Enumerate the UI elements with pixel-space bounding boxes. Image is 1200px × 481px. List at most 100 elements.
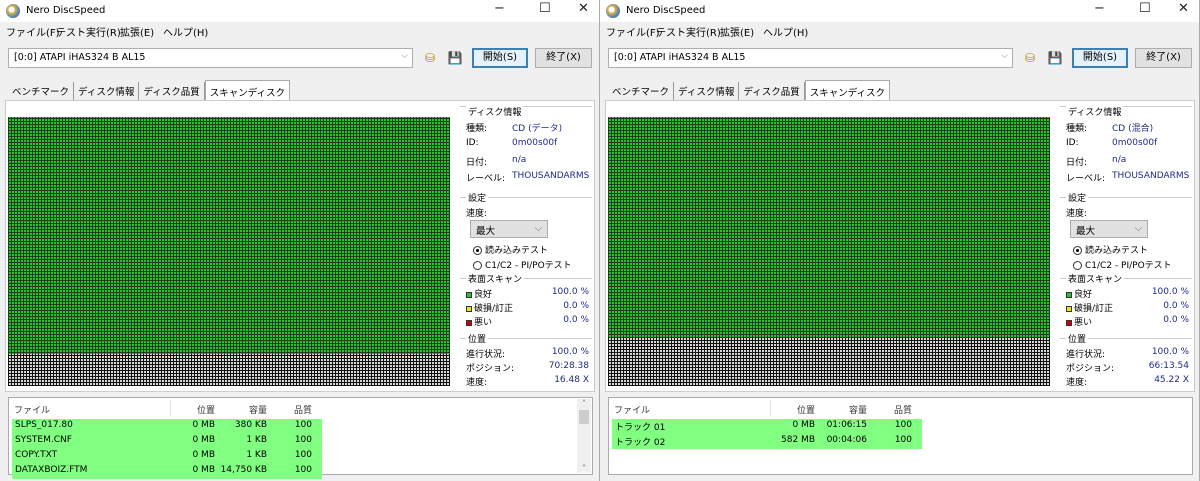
column-size[interactable]: 容量 (220, 403, 267, 416)
tab-scan-disc[interactable]: スキャンディスク (204, 80, 291, 100)
position-label: ポジション: (1066, 364, 1115, 374)
c1c2-test-radio[interactable]: C1/C2 - PI/POテスト (473, 258, 572, 271)
start-button[interactable]: 開始(S) (1072, 48, 1128, 68)
menu-item[interactable]: テスト実行(R) (656, 24, 721, 39)
file-position: 0 MB (192, 420, 215, 430)
damaged-color-icon (1066, 305, 1072, 312)
scan-grid (8, 117, 450, 386)
close-button[interactable]: ✕ (578, 1, 589, 16)
speed-select[interactable]: 最大 ⌵ (1070, 220, 1148, 238)
file-quality: 100 (294, 435, 312, 445)
tab-scan-disc[interactable]: スキャンディスク (804, 80, 891, 100)
date-label: 日付: (1066, 158, 1088, 168)
table-row[interactable]: SYSTEM.CNF 0 MB 1 KB 100 (12, 434, 322, 449)
read-test-radio[interactable]: 読み込みテスト (1073, 243, 1148, 256)
column-position[interactable]: 位置 (165, 403, 215, 416)
speed-label: 速度: (466, 378, 488, 388)
speed-select[interactable]: 最大 ⌵ (470, 220, 548, 238)
file-name: トラック 01 (615, 423, 666, 433)
column-quality[interactable]: 品質 (280, 403, 312, 416)
tab-benchmark[interactable]: ベンチマーク (608, 82, 675, 100)
c1c2-test-label: C1/C2 - PI/POテスト (1085, 261, 1172, 271)
file-position: 0 MB (792, 420, 815, 430)
table-row[interactable]: DATAXBOIZ.FTM 0 MB 14,750 KB 100 (12, 464, 322, 479)
drive-select[interactable]: [0:0] ATAPI iHAS324 B AL15 ⌵ (8, 48, 413, 68)
nero-discspeed-window: Nero DiscSpeed − ☐ ✕ ファイル(F) テスト実行(R) 拡張(E)… (0, 0, 600, 481)
drive-select[interactable]: [0:0] ATAPI iHAS324 B AL15 ⌵ (608, 48, 1013, 68)
exit-button[interactable]: 終了(X) (1135, 48, 1192, 68)
close-button[interactable]: ✕ (1178, 1, 1189, 16)
menu-item[interactable]: ヘルプ(H) (763, 24, 808, 39)
chevron-down-icon: ⌵ (534, 223, 542, 234)
file-position: 0 MB (192, 465, 215, 475)
menu-item[interactable]: ファイル(F) (6, 24, 60, 39)
menu-item[interactable]: ヘルプ(H) (163, 24, 208, 39)
file-position: 0 MB (192, 450, 215, 460)
start-button[interactable]: 開始(S) (472, 48, 528, 68)
file-size: 14,750 KB (220, 465, 267, 475)
progress-label: 進行状況: (466, 350, 506, 360)
legend-good: 良好 (1066, 287, 1092, 300)
nero-discspeed-window: Nero DiscSpeed − ☐ ✕ ファイル(F) テスト実行(R) 拡張(E)… (600, 0, 1200, 481)
tab-bar: ベンチマーク ディスク情報 ディスク品質 スキャンディスク (608, 80, 891, 100)
disc-info-title: ディスク情報 (1066, 105, 1124, 118)
position-value: 66:13.54 (1148, 361, 1189, 371)
tab-bar: ベンチマーク ディスク情報 ディスク品質 スキャンディスク (8, 80, 291, 100)
window-title: Nero DiscSpeed (26, 5, 106, 16)
table-row[interactable]: COPY.TXT 0 MB 1 KB 100 (12, 449, 322, 464)
table-row[interactable]: トラック 01 0 MB 01:06:15 100 (612, 419, 922, 434)
minimize-button[interactable]: − (494, 1, 505, 16)
drive-name: [0:0] ATAPI iHAS324 B AL15 (614, 52, 746, 63)
table-row[interactable]: SLPS_017.80 0 MB 380 KB 100 (12, 419, 322, 434)
menu-item[interactable]: ファイル(F) (606, 24, 660, 39)
menu-item[interactable]: 拡張(E) (120, 24, 154, 39)
chevron-down-icon: ⌵ (1134, 223, 1142, 234)
scroll-down-icon[interactable]: ˅ (577, 464, 591, 473)
position-title: 位置 (1066, 332, 1089, 345)
menu-item[interactable]: 拡張(E) (720, 24, 754, 39)
read-test-radio[interactable]: 読み込みテスト (473, 243, 548, 256)
tab-disc-info[interactable]: ディスク情報 (74, 82, 140, 100)
scrollbar-thumb[interactable] (579, 410, 589, 424)
column-file[interactable]: ファイル (614, 403, 650, 416)
c1c2-test-radio[interactable]: C1/C2 - PI/POテスト (1073, 258, 1172, 271)
save-icon[interactable]: 💾 (1046, 49, 1064, 67)
disc-type: CD (混合) (1112, 124, 1154, 134)
maximize-button[interactable]: ☐ (1139, 1, 1151, 16)
column-file[interactable]: ファイル (14, 403, 50, 416)
tab-disc-info[interactable]: ディスク情報 (674, 82, 740, 100)
scroll-up-icon[interactable]: ˄ (577, 399, 591, 408)
menu-item[interactable]: テスト実行(R) (56, 24, 121, 39)
eject-refresh-icon[interactable]: ⛁ (421, 49, 439, 67)
speed-value: 16.48 X (554, 375, 589, 385)
tab-disc-quality[interactable]: ディスク品質 (739, 82, 805, 100)
tab-benchmark[interactable]: ベンチマーク (8, 82, 75, 100)
bad-label: 悪い (474, 318, 493, 328)
table-row[interactable]: トラック 02 582 MB 00:04:06 100 (612, 434, 922, 449)
file-size: 1 KB (246, 435, 267, 445)
maximize-button[interactable]: ☐ (539, 1, 551, 16)
speed-value: 45.22 X (1154, 375, 1189, 385)
column-size[interactable]: 容量 (820, 403, 867, 416)
minimize-button[interactable]: − (1094, 1, 1105, 16)
eject-refresh-icon[interactable]: ⛁ (1021, 49, 1039, 67)
speed-label: 速度: (1066, 209, 1088, 219)
unscanned-area (8, 354, 450, 386)
tab-disc-quality[interactable]: ディスク品質 (139, 82, 205, 100)
position-label: ポジション: (466, 364, 515, 374)
save-icon[interactable]: 💾 (446, 49, 464, 67)
bad-percent: 0.0 % (563, 315, 589, 325)
list-scrollbar[interactable]: ˄ ˅ (577, 399, 591, 473)
file-quality: 100 (894, 435, 912, 445)
file-size: 00:04:06 (826, 435, 867, 445)
good-label: 良好 (474, 290, 493, 300)
speed-value: 最大 (476, 226, 496, 237)
id-label: ID: (1066, 138, 1079, 148)
position-value: 70:28.38 (548, 361, 589, 371)
bad-color-icon (1066, 319, 1072, 326)
exit-button[interactable]: 終了(X) (535, 48, 592, 68)
column-quality[interactable]: 品質 (880, 403, 912, 416)
damaged-label: 破損/訂正 (474, 304, 514, 314)
column-position[interactable]: 位置 (765, 403, 815, 416)
radio-icon (473, 261, 482, 270)
